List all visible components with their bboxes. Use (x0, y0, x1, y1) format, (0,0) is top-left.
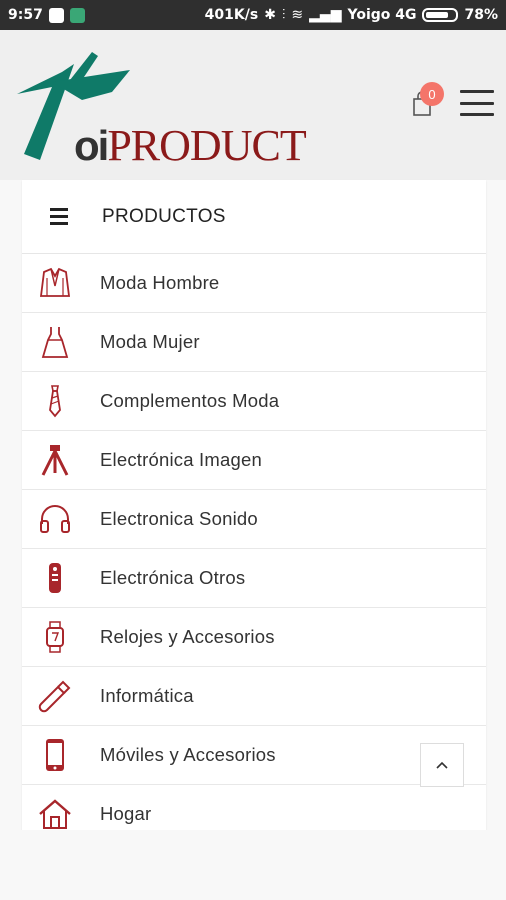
category-item-informatica[interactable]: Informática (22, 667, 486, 726)
signal-icon: ▂▄▆ (309, 7, 342, 23)
cart-count-badge[interactable]: 0 (420, 82, 444, 106)
category-item-label: Hogar (100, 803, 152, 824)
status-time: 9:57 (8, 7, 43, 23)
wifi-icon: ≋ (291, 7, 304, 23)
category-item-label: Electrónica Imagen (100, 449, 262, 470)
remote-control-icon (37, 560, 73, 596)
category-panel-header[interactable]: PRODUCTOS (22, 180, 486, 254)
whatsapp-icon (48, 7, 64, 23)
dress-icon (37, 324, 73, 360)
chevron-up-icon (436, 761, 448, 769)
logo-text-main: PRODUCT (107, 121, 306, 170)
bluetooth-icon: ✱ (264, 7, 276, 23)
category-item-label: Moda Hombre (100, 272, 220, 293)
category-item-label: Complementos Moda (100, 390, 280, 411)
headphones-icon (37, 501, 73, 537)
site-header: oiPRODUCT 0 (0, 30, 506, 180)
usb-drive-icon (37, 678, 73, 714)
category-item-hogar[interactable]: Hogar (22, 785, 486, 830)
category-panel-title: PRODUCTOS (102, 205, 226, 227)
battery-icon (422, 8, 459, 22)
vibrate-icon: ⫶ (281, 7, 286, 23)
house-icon (37, 796, 73, 830)
carrier-label: Yoigo 4G (347, 7, 417, 23)
category-panel: PRODUCTOS Moda Hombre Moda Mujer Complem… (22, 180, 486, 830)
category-item-electronica-sonido[interactable]: Electronica Sonido (22, 490, 486, 549)
category-item-label: Informática (100, 685, 194, 706)
menu-bar (460, 101, 494, 105)
logo-text-prefix: oi (74, 122, 109, 169)
logo-wordmark: oiPRODUCT (74, 120, 307, 171)
tripod-icon (37, 442, 73, 478)
menu-bar (460, 90, 494, 93)
scroll-to-top-button[interactable] (420, 743, 464, 787)
category-item-label: Relojes y Accesorios (100, 626, 275, 647)
category-item-complementos-moda[interactable]: Complementos Moda (22, 372, 486, 431)
network-speed: 401K/s (204, 7, 259, 23)
category-item-moda-mujer[interactable]: Moda Mujer (22, 313, 486, 372)
mobile-phone-icon (37, 737, 73, 773)
category-item-label: Electronica Sonido (100, 508, 258, 529)
menu-bar (460, 113, 494, 116)
status-bar: 9:57 401K/s ✱ ⫶ ≋ ▂▄▆ Yoigo 4G 78% (0, 0, 506, 30)
main-menu-button[interactable] (460, 90, 494, 116)
page-bottom-area (0, 830, 506, 900)
list-icon (50, 208, 68, 225)
site-logo[interactable]: oiPRODUCT (12, 42, 307, 172)
category-item-electronica-otros[interactable]: Electrónica Otros (22, 549, 486, 608)
category-item-relojes-accesorios[interactable]: Relojes y Accesorios (22, 608, 486, 667)
category-item-label: Móviles y Accesorios (100, 744, 276, 765)
category-item-electronica-imagen[interactable]: Electrónica Imagen (22, 431, 486, 490)
category-item-moda-hombre[interactable]: Moda Hombre (22, 254, 486, 313)
watch-icon (37, 619, 73, 655)
category-item-moviles-accesorios[interactable]: Móviles y Accesorios (22, 726, 486, 785)
battery-percent: 78% (464, 7, 498, 23)
category-item-label: Electrónica Otros (100, 567, 246, 588)
category-item-label: Moda Mujer (100, 331, 200, 352)
suit-jacket-icon (37, 265, 73, 301)
tie-icon (37, 383, 73, 419)
notification-app-icon (69, 7, 85, 23)
